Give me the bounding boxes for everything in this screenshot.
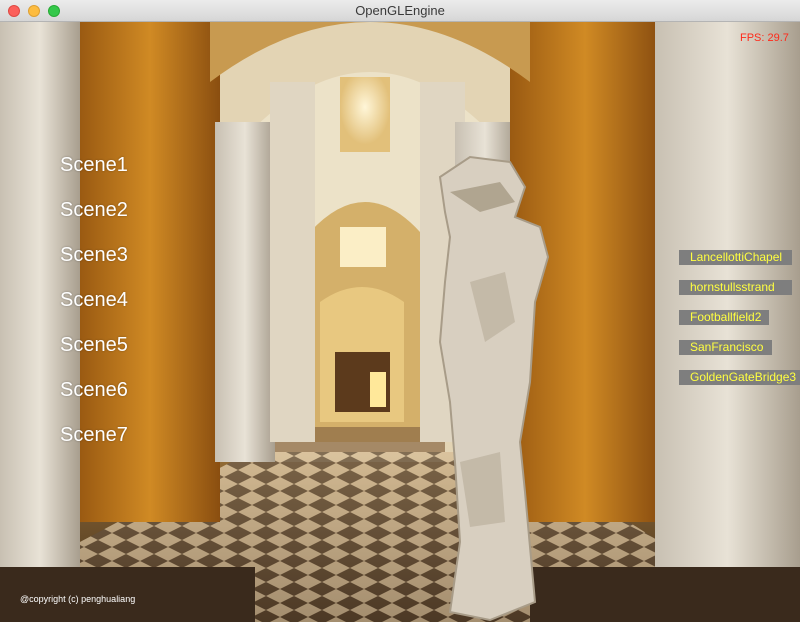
env-goldengatebridge3-button[interactable]: GoldenGateBridge3 bbox=[679, 370, 800, 385]
copyright-text: @copyright (c) penghualiang bbox=[20, 594, 136, 604]
scene-4-button[interactable]: Scene4 bbox=[60, 289, 128, 312]
scene-2-button[interactable]: Scene2 bbox=[60, 199, 128, 222]
fps-counter: FPS: 29.7 bbox=[740, 32, 789, 44]
title-bar[interactable]: OpenGLEngine bbox=[0, 0, 800, 22]
scene-5-button[interactable]: Scene5 bbox=[60, 334, 128, 357]
env-sanfrancisco-button[interactable]: SanFrancisco bbox=[679, 340, 772, 355]
window-title: OpenGLEngine bbox=[355, 3, 445, 18]
scene-6-button[interactable]: Scene6 bbox=[60, 379, 128, 402]
env-lancellotti-chapel-button[interactable]: LancellottiChapel bbox=[679, 250, 792, 265]
scene-1-button[interactable]: Scene1 bbox=[60, 154, 128, 177]
app-window: OpenGLEngine Scene1 Scene2 Scene3 Scene4… bbox=[0, 0, 800, 622]
env-hornstullsstrand-button[interactable]: hornstullsstrand bbox=[679, 280, 792, 295]
render-viewport[interactable]: Scene1 Scene2 Scene3 Scene4 Scene5 Scene… bbox=[0, 22, 800, 622]
scene-3-button[interactable]: Scene3 bbox=[60, 244, 128, 267]
env-footballfield2-button[interactable]: Footballfield2 bbox=[679, 310, 769, 325]
scene-7-button[interactable]: Scene7 bbox=[60, 424, 128, 447]
